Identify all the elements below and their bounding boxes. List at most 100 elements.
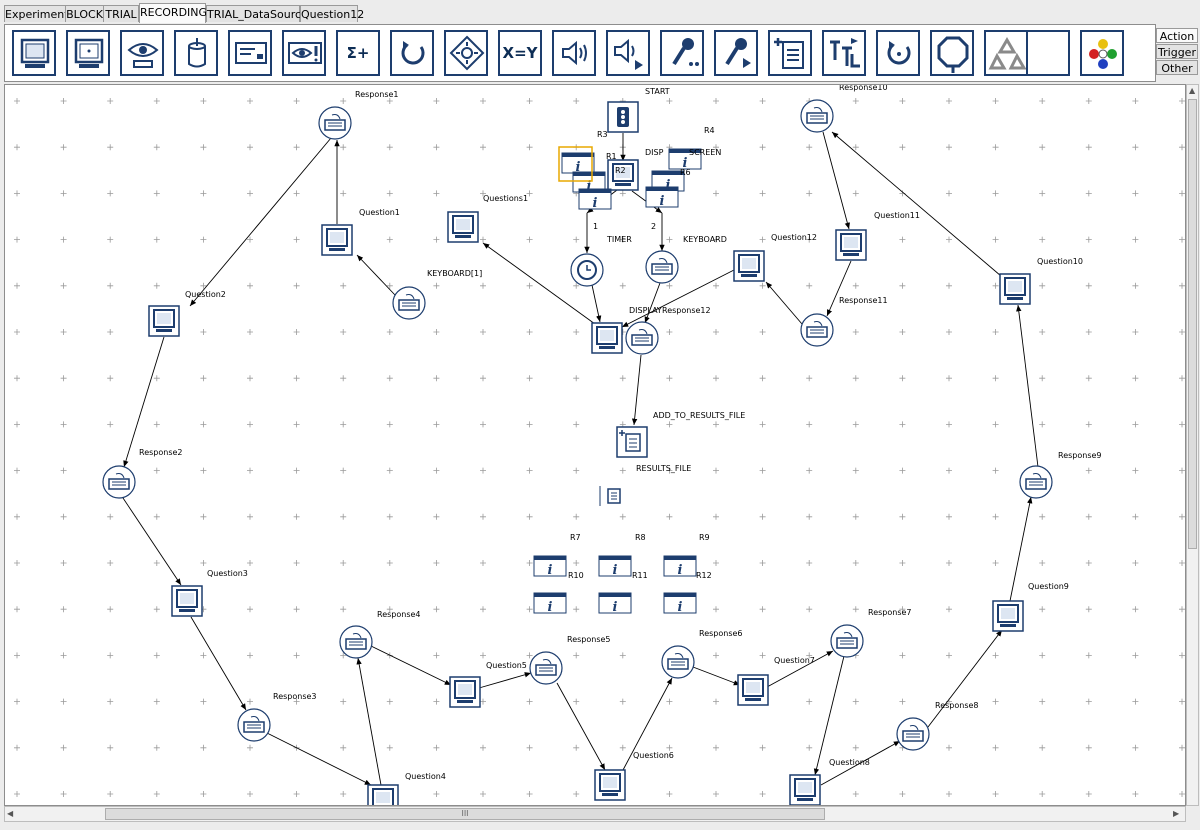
question9-label: Question9 bbox=[1028, 582, 1069, 591]
custom-class-tool[interactable] bbox=[1080, 30, 1124, 76]
play-sound-control-tool[interactable] bbox=[606, 30, 650, 76]
response6-node[interactable] bbox=[661, 645, 695, 679]
ttl-tool[interactable] bbox=[822, 30, 866, 76]
r8-info-node[interactable] bbox=[598, 555, 632, 579]
r7-info-node[interactable] bbox=[533, 555, 567, 579]
response11-node[interactable] bbox=[800, 313, 834, 347]
response4-node[interactable] bbox=[339, 625, 373, 659]
display-point-tool[interactable] bbox=[66, 30, 110, 76]
edge-31 bbox=[644, 282, 661, 324]
question7-node[interactable] bbox=[737, 674, 769, 706]
question2-node[interactable] bbox=[148, 305, 180, 337]
edge2-label: 2 bbox=[651, 222, 656, 231]
recycle-icon bbox=[988, 37, 1027, 70]
r6-label: R6 bbox=[680, 168, 691, 177]
response8-node[interactable] bbox=[896, 717, 930, 751]
tab-block[interactable]: BLOCK bbox=[65, 5, 104, 22]
response12-node[interactable] bbox=[625, 321, 659, 355]
question9-node[interactable] bbox=[992, 600, 1024, 632]
move-tool[interactable] bbox=[444, 30, 488, 76]
question11-node[interactable] bbox=[835, 229, 867, 261]
eye-tracker-tool[interactable] bbox=[120, 30, 164, 76]
timer-node[interactable] bbox=[570, 253, 604, 287]
speaker-icon bbox=[562, 40, 587, 66]
add_results-label: ADD_TO_RESULTS_FILE bbox=[653, 411, 745, 420]
question4-node[interactable] bbox=[367, 784, 399, 806]
question1-node[interactable] bbox=[321, 224, 353, 256]
recycle-loop-tool[interactable] bbox=[876, 30, 920, 76]
side-tab-other[interactable]: Other bbox=[1156, 60, 1198, 75]
question5-node[interactable] bbox=[449, 676, 481, 708]
questions1-node[interactable] bbox=[447, 211, 479, 243]
flow-canvas[interactable]: i Response1Question1Questions1KEYBOARD[1… bbox=[4, 84, 1186, 806]
r9-info-node[interactable] bbox=[663, 555, 697, 579]
question3-node[interactable] bbox=[171, 585, 203, 617]
response1-node[interactable] bbox=[318, 106, 352, 140]
edge-32 bbox=[631, 354, 642, 426]
tab-experiment[interactable]: Experiment bbox=[4, 5, 69, 22]
add-to-results-tool[interactable] bbox=[768, 30, 812, 76]
tab-question12[interactable]: Question12 bbox=[300, 5, 364, 22]
question8-node[interactable] bbox=[789, 774, 821, 805]
tab-recording[interactable]: RECORDING bbox=[139, 3, 207, 23]
question12-node[interactable] bbox=[733, 250, 765, 282]
loop-tool[interactable] bbox=[390, 30, 434, 76]
question6-node[interactable] bbox=[594, 769, 626, 801]
record-sound-control-tool[interactable] bbox=[714, 30, 758, 76]
tab-trial-datasource[interactable]: TRIAL_DataSource bbox=[206, 5, 308, 22]
response3-node[interactable] bbox=[237, 708, 271, 742]
vertical-scrollbar[interactable]: ▲ bbox=[1186, 84, 1199, 806]
r1b-info-node[interactable] bbox=[578, 188, 612, 212]
start-node[interactable] bbox=[607, 101, 639, 133]
response12-label: Response12 bbox=[662, 306, 711, 315]
record-sound-tool[interactable] bbox=[660, 30, 704, 76]
display-screen-tool[interactable] bbox=[12, 30, 56, 76]
send-message-tool[interactable] bbox=[228, 30, 272, 76]
terminate-tool[interactable] bbox=[930, 30, 974, 76]
sigma-icon: Σ+ bbox=[346, 44, 370, 62]
vertical-scroll-thumb[interactable] bbox=[1188, 99, 1197, 549]
update-attribute-tool[interactable]: X=Y bbox=[498, 30, 542, 76]
scroll-right-arrow-icon[interactable]: ▶ bbox=[1173, 809, 1179, 818]
eye-alert-tool[interactable] bbox=[282, 30, 326, 76]
question10-label: Question10 bbox=[1037, 257, 1083, 266]
question2-label: Question2 bbox=[185, 290, 226, 299]
add-to-results-node[interactable] bbox=[616, 426, 648, 458]
results_file-label: RESULTS_FILE bbox=[636, 464, 691, 473]
eye-alert-icon bbox=[288, 42, 322, 64]
scroll-up-arrow-icon[interactable]: ▲ bbox=[1189, 86, 1195, 95]
keyboard1-node[interactable] bbox=[392, 286, 426, 320]
blank-tool[interactable] bbox=[1026, 30, 1070, 76]
keyboard-label: KEYBOARD bbox=[683, 235, 727, 244]
keyboard-node[interactable] bbox=[645, 250, 679, 284]
scroll-left-arrow-icon[interactable]: ◀ bbox=[7, 809, 13, 818]
response7-node[interactable] bbox=[830, 624, 864, 658]
r6b-info-node[interactable] bbox=[645, 186, 679, 210]
results-file-node[interactable] bbox=[599, 486, 624, 506]
display-node[interactable] bbox=[591, 322, 623, 354]
response5-node[interactable] bbox=[529, 651, 563, 685]
response2-node[interactable] bbox=[102, 465, 136, 499]
r2-node[interactable] bbox=[607, 159, 639, 191]
tab-trial[interactable]: TRIAL bbox=[103, 5, 139, 22]
r12-info-node[interactable] bbox=[663, 592, 697, 616]
side-tab-trigger[interactable]: Trigger bbox=[1156, 44, 1198, 59]
start-label: START bbox=[645, 87, 670, 96]
horizontal-scroll-thumb[interactable]: III bbox=[105, 808, 825, 820]
cylinder-tool[interactable] bbox=[174, 30, 218, 76]
play-sound-tool[interactable] bbox=[552, 30, 596, 76]
question10-node[interactable] bbox=[999, 273, 1031, 305]
r11-info-node[interactable] bbox=[598, 592, 632, 616]
recycle-data-tool[interactable] bbox=[984, 30, 1028, 76]
horizontal-scrollbar[interactable]: ◀ III ▶ bbox=[4, 806, 1186, 822]
edge-16 bbox=[1016, 304, 1039, 468]
edge-14 bbox=[927, 629, 1003, 728]
response10-node[interactable] bbox=[800, 99, 834, 133]
response9-node[interactable] bbox=[1019, 465, 1053, 499]
r12-label: R12 bbox=[696, 571, 712, 580]
side-tab-action[interactable]: Action bbox=[1156, 28, 1198, 43]
sum-tool[interactable]: Σ+ bbox=[336, 30, 380, 76]
edge-7 bbox=[478, 672, 532, 689]
question7-label: Question7 bbox=[774, 656, 815, 665]
r10-info-node[interactable] bbox=[533, 592, 567, 616]
